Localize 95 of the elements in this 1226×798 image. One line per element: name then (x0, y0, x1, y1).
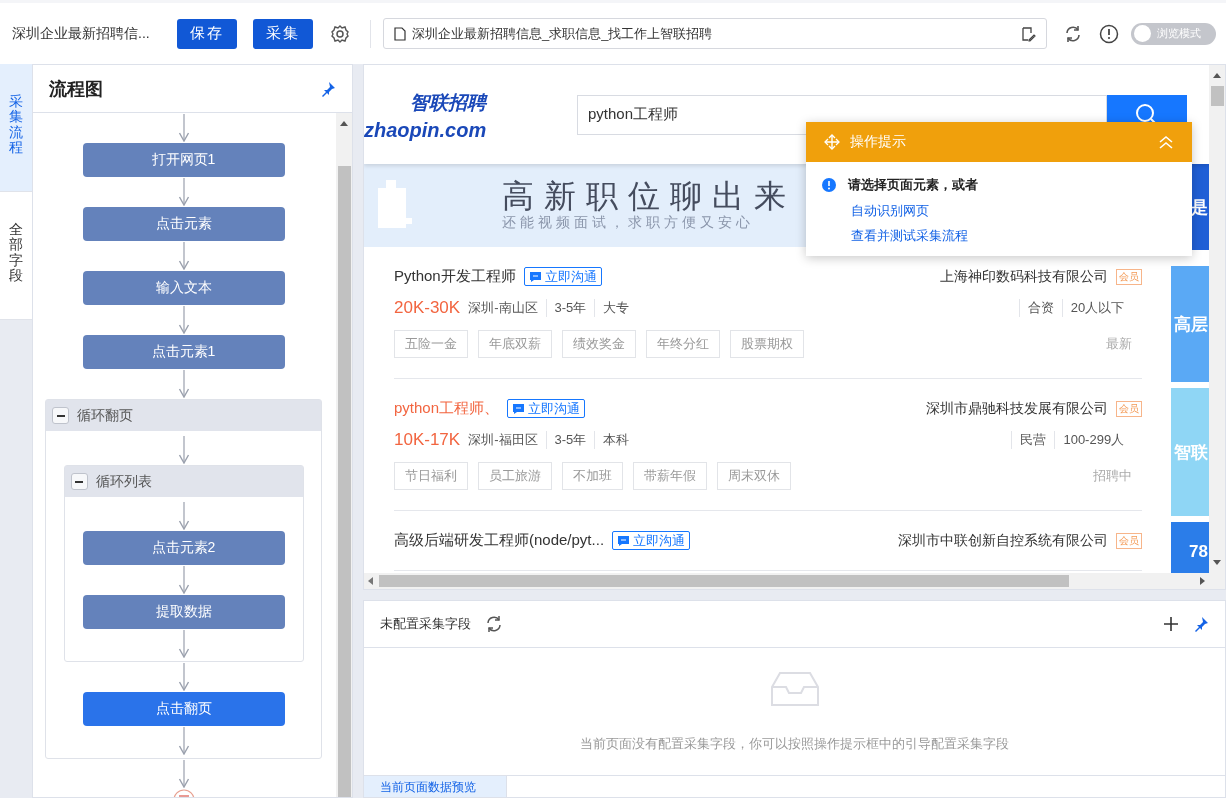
panel-tab[interactable]: 当前页面数据预览 (364, 776, 507, 797)
settings-icon[interactable] (329, 23, 350, 44)
info-icon (822, 178, 836, 192)
empty-message: 当前页面没有配置采集字段，你可以按照操作提示框中的引导配置采集字段 (580, 734, 1009, 753)
company-name[interactable]: 上海神印数码科技有限公司 (940, 267, 1109, 286)
connector-arrow (177, 727, 190, 755)
benefit-tag: 员工旅游 (478, 462, 552, 490)
job-title[interactable]: python工程师、 (394, 399, 500, 418)
flow-node[interactable]: 点击元素2 (82, 531, 285, 565)
document-icon (393, 26, 406, 41)
member-badge: 会员 (1116, 532, 1143, 549)
job-info: 深圳-南山区 (467, 299, 539, 317)
page-title: 深圳企业最新招聘信... (12, 24, 151, 43)
job-info: 3-5年 (545, 299, 595, 317)
benefit-tag: 股票期权 (730, 330, 804, 358)
job-info: 大专 (594, 299, 638, 317)
flow-node[interactable]: 打开网页1 (82, 143, 285, 177)
panel-title: 流程图 (49, 77, 103, 101)
scrollbar[interactable] (1209, 65, 1225, 573)
flow-node[interactable]: 点击翻页 (82, 692, 285, 726)
address-text: 深圳企业最新招聘信息_求职信息_找工作上智联招聘 (411, 24, 714, 43)
loop-label: 循环列表 (95, 472, 152, 491)
company-name[interactable]: 深圳市中联创新自控系统有限公司 (898, 531, 1109, 550)
job-info: 本科 (594, 431, 638, 449)
job-info: 3-5年 (545, 431, 595, 449)
connector-arrow (177, 370, 190, 398)
scrollbar[interactable] (364, 573, 1225, 589)
collapse-toggle[interactable] (70, 473, 88, 490)
salary: 10K-17K (394, 430, 461, 450)
hint-title: 操作提示 (850, 133, 906, 151)
connector-arrow (177, 630, 190, 658)
salary: 20K-30K (394, 298, 461, 318)
connector-arrow (177, 502, 190, 530)
toolbar-button[interactable]: 采集 (253, 18, 313, 49)
banner-headline: 高新职位聊出来 (502, 178, 796, 215)
company-name[interactable]: 深圳市鼎驰科技发展有限公司 (926, 399, 1109, 418)
job-status: 招聘中 (1093, 467, 1133, 485)
company-info: 合资 (1018, 299, 1062, 317)
benefit-tag: 带薪年假 (633, 462, 707, 490)
loop-label: 循环翻页 (77, 406, 133, 425)
ad-banner[interactable]: 78 (1171, 522, 1209, 573)
edit-icon[interactable] (1020, 25, 1037, 42)
connector-arrow (177, 306, 190, 334)
benefit-tag: 节日福利 (394, 462, 468, 490)
job-info: 深圳-福田区 (467, 431, 539, 449)
benefit-tag: 绩效奖金 (562, 330, 636, 358)
chat-icon (512, 402, 526, 415)
member-badge: 会员 (1116, 400, 1143, 417)
connector-arrow (177, 178, 190, 206)
chat-button[interactable]: 立即沟通 (507, 399, 586, 418)
hint-link[interactable]: 查看并测试采集流程 (806, 223, 968, 248)
panel-title: 未配置采集字段 (380, 615, 471, 633)
flow-node[interactable]: 提取数据 (82, 595, 285, 629)
company-info: 100-299人 (1054, 431, 1133, 449)
side-tab[interactable]: 全部字段 (0, 192, 32, 320)
scrollbar[interactable] (336, 113, 352, 797)
job-title[interactable]: 高级后端研发工程师(node/pyt... (394, 531, 605, 550)
company-info: 民营 (1011, 431, 1055, 449)
plus-icon[interactable] (1163, 616, 1179, 632)
connector-arrow (177, 663, 190, 691)
toolbar-button[interactable]: 保存 (177, 18, 238, 49)
chat-icon (617, 534, 631, 547)
ad-banner[interactable]: 高层 (1171, 266, 1209, 382)
flow-node[interactable]: 点击元素1 (82, 335, 285, 369)
company-info: 20人以下 (1061, 299, 1133, 317)
connector-arrow (177, 242, 190, 270)
refresh-icon[interactable] (485, 615, 503, 633)
chat-button[interactable]: 立即沟通 (612, 531, 691, 550)
connector-arrow (177, 566, 190, 594)
connector-arrow (177, 114, 190, 142)
pin-icon[interactable] (1193, 616, 1209, 632)
chat-button[interactable]: 立即沟通 (523, 267, 602, 286)
side-tab[interactable]: 采集流程 (0, 64, 32, 192)
flow-node[interactable]: 输入文本 (82, 271, 285, 305)
logo-text: zhaopin.com (364, 118, 488, 142)
hint-link[interactable]: 自动识别网页 (806, 198, 929, 223)
pin-icon[interactable] (320, 80, 336, 97)
address-field[interactable]: 深圳企业最新招聘信息_求职信息_找工作上智联招聘 (382, 18, 1048, 49)
hint-message: 请选择页面元素，或者 (848, 176, 978, 194)
benefit-tag: 周末双休 (717, 462, 791, 490)
banner-subline: 还能视频面试，求职方便又安心 (502, 214, 755, 233)
empty-inbox-icon (769, 670, 820, 707)
flow-node[interactable]: 点击元素 (82, 207, 285, 241)
job-title[interactable]: Python开发工程师 (394, 267, 516, 286)
benefit-tag: 年底双薪 (478, 330, 552, 358)
chat-icon (528, 270, 542, 283)
collapse-toggle[interactable] (52, 407, 69, 424)
member-badge: 会员 (1116, 268, 1143, 285)
benefit-tag: 年终分红 (646, 330, 720, 358)
job-status: 最新 (1106, 335, 1133, 353)
benefit-tag: 不加班 (562, 462, 623, 490)
connector-arrow (177, 436, 190, 464)
info-icon[interactable] (1099, 23, 1120, 44)
connector-arrow (177, 760, 190, 788)
logo-text: 智联招聘 (410, 91, 489, 115)
